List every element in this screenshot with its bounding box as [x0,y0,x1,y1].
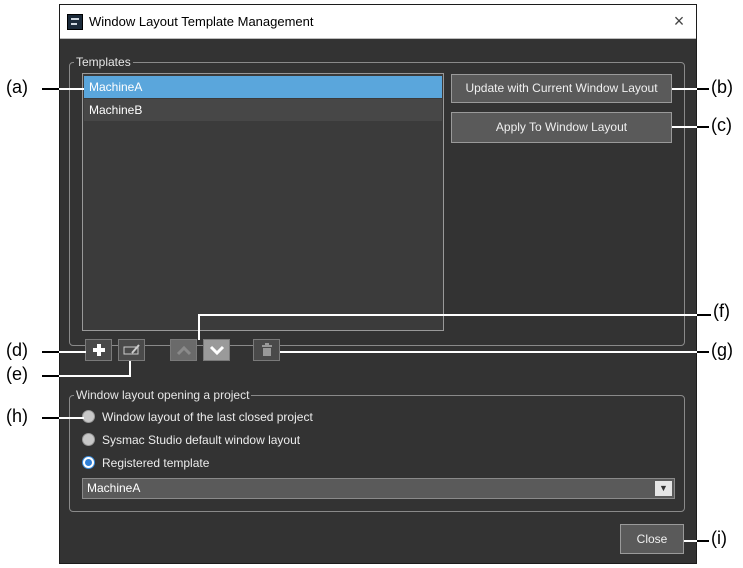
close-window-icon[interactable]: × [668,10,690,32]
rename-template-button[interactable] [118,339,145,361]
leader-line-g-inner [280,351,697,353]
leader-line-e [42,375,59,377]
template-list[interactable]: MachineA MachineB [82,73,444,331]
leader-line-h-inner [59,417,84,419]
leader-line-c-inner [672,126,697,128]
callout-g: (g) [711,340,733,360]
add-template-button[interactable] [85,339,112,361]
move-down-button[interactable] [203,339,230,361]
callout-a: (a) [6,77,28,97]
leader-line-b [697,88,709,90]
callout-e: (e) [6,364,28,384]
window-title: Window Layout Template Management [89,14,314,29]
leader-line-e-inner [59,375,131,377]
radio-button[interactable] [82,433,95,446]
leader-line-e-rise [129,361,131,377]
leader-line-f [697,314,711,316]
template-item-machinea[interactable]: MachineA [84,76,442,98]
leader-line-d-inner [59,351,86,353]
move-up-button[interactable] [170,339,197,361]
leader-line-f-inner [198,314,697,316]
leader-line-g [697,351,709,353]
callout-i: (i) [711,528,727,548]
close-button[interactable]: Close [620,524,684,554]
select-value: MachineA [87,481,141,495]
registered-template-select[interactable]: MachineA ▼ [82,478,675,499]
update-with-current-layout-button[interactable]: Update with Current Window Layout [451,74,672,103]
callout-d: (d) [6,340,28,360]
radio-button-selected[interactable] [82,456,95,469]
templates-legend: Templates [74,55,133,69]
rename-icon [123,344,140,355]
leader-line-b-inner [672,88,697,90]
callout-b: (b) [711,77,733,97]
delete-template-button[interactable] [253,339,280,361]
plus-icon [92,344,105,356]
leader-line-c [697,126,709,128]
apply-to-window-layout-button[interactable]: Apply To Window Layout [451,112,672,143]
opening-legend: Window layout opening a project [74,388,252,402]
chevron-down-icon [209,345,224,356]
leader-line-a-inner [59,88,84,90]
leader-line-h [42,417,59,419]
leader-line-f-drop [198,314,200,340]
leader-line-i-inner [684,540,697,542]
radio-label: Sysmac Studio default window layout [102,433,301,447]
radio-label: Registered template [102,456,210,470]
callout-c: (c) [711,115,732,135]
radio-label: Window layout of the last closed project [102,410,313,424]
leader-line-i [697,540,709,542]
chevron-up-icon [176,345,191,356]
leader-line-a [42,88,59,90]
template-item-machineb[interactable]: MachineB [84,99,442,121]
callout-f: (f) [713,301,730,321]
callout-h: (h) [6,406,28,426]
leader-line-d [42,351,59,353]
dropdown-arrow-icon[interactable]: ▼ [655,481,672,496]
app-icon [67,14,83,30]
trash-icon [261,343,272,356]
title-bar: Window Layout Template Management × [60,5,696,39]
